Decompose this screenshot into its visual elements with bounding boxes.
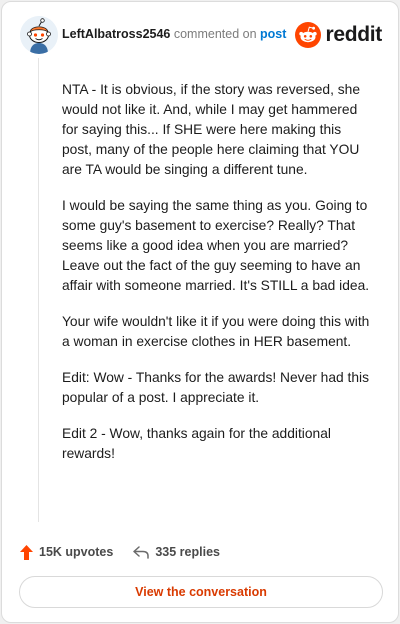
user-avatar[interactable] <box>20 16 58 54</box>
view-conversation-button[interactable]: View the conversation <box>19 576 383 608</box>
reddit-brand[interactable]: reddit <box>295 21 382 49</box>
replies-button[interactable]: 335 replies <box>133 545 220 559</box>
comment-paragraph: Edit: Wow - Thanks for the awards! Never… <box>62 370 369 405</box>
post-link[interactable]: post <box>260 27 286 41</box>
comment-paragraph: Your wife wouldn't like it if you were d… <box>62 314 370 349</box>
thread-line <box>38 58 39 522</box>
comment-paragraph: NTA - It is obvious, if the story was re… <box>62 82 361 177</box>
upvote-count: 15K upvotes <box>39 545 114 559</box>
comment-body: NTA - It is obvious, if the story was re… <box>62 80 374 480</box>
reddit-logo-icon <box>295 22 322 48</box>
reply-count: 335 replies <box>155 545 220 559</box>
comment-paragraph: Edit 2 - Wow, thanks again for the addit… <box>62 426 331 461</box>
username-link[interactable]: LeftAlbatross2546 <box>62 27 170 41</box>
reddit-wordmark: reddit <box>325 23 382 46</box>
comment-paragraph: I would be saying the same thing as you.… <box>62 198 370 293</box>
upvote-button[interactable]: 15K upvotes <box>20 544 114 560</box>
comment-header: LeftAlbatross2546 commented on post redd… <box>20 16 382 56</box>
snoo-avatar-icon <box>20 16 58 54</box>
upvote-arrow-icon <box>20 544 33 560</box>
comment-card: LeftAlbatross2546 commented on post redd… <box>1 1 399 623</box>
commented-on-label: commented on <box>173 27 257 41</box>
comment-byline: LeftAlbatross2546 commented on post <box>62 27 286 41</box>
comment-actions: 15K upvotes 335 replies <box>20 542 220 562</box>
reply-arrow-icon <box>133 545 150 559</box>
